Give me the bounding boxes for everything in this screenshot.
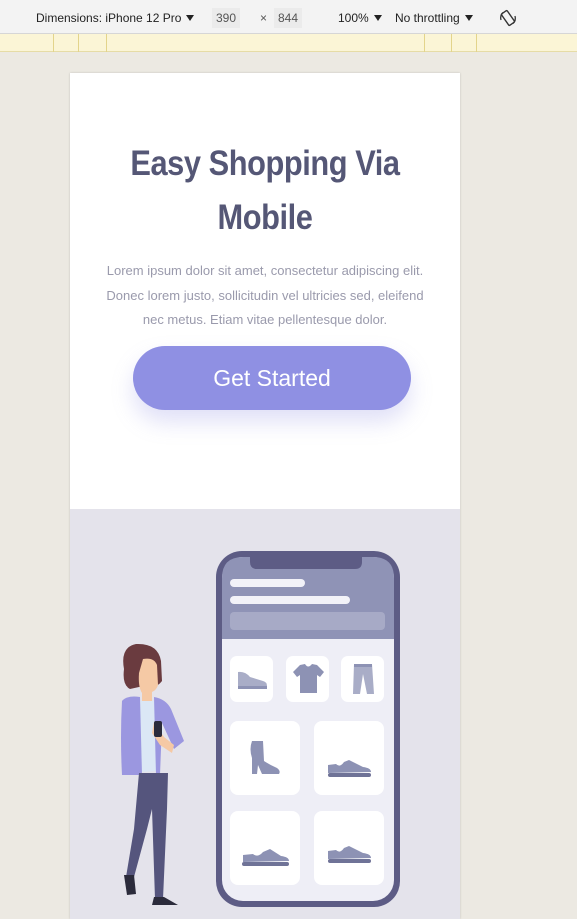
times-separator: ×	[260, 11, 268, 25]
zoom-label: 100%	[338, 11, 369, 25]
ruler-mark	[53, 34, 54, 52]
caret-down-icon	[186, 15, 195, 21]
ruler-mark	[78, 34, 79, 52]
dimensions-label: Dimensions: iPhone 12 Pro	[36, 11, 182, 25]
caret-down-icon	[373, 15, 382, 21]
ruler-mark	[424, 34, 425, 52]
height-input[interactable]: 844	[274, 8, 303, 28]
caret-down-icon	[464, 15, 473, 21]
shopping-illustration	[70, 509, 460, 919]
woman-figure-illustration	[121, 643, 184, 905]
page-title: Easy Shopping Via Mobile	[130, 144, 400, 237]
zoom-dropdown[interactable]: 100%	[338, 10, 382, 26]
illustration-graphic	[121, 551, 400, 907]
smartphone-illustration	[216, 551, 400, 907]
ruler-mark	[451, 34, 452, 52]
devtools-toolbar: Dimensions: iPhone 12 Pro 390 × 844 100%…	[0, 0, 577, 34]
device-viewport: Easy Shopping Via Mobile Lorem ipsum dol…	[70, 73, 460, 919]
throttling-dropdown[interactable]: No throttling	[395, 10, 473, 26]
get-started-button[interactable]: Get Started	[133, 346, 411, 410]
dimensions-dropdown[interactable]: Dimensions: iPhone 12 Pro	[36, 10, 195, 26]
media-query-ruler[interactable]	[0, 34, 577, 52]
hero-section: Easy Shopping Via Mobile Lorem ipsum dol…	[70, 73, 460, 509]
width-input[interactable]: 390	[212, 8, 241, 28]
throttling-label: No throttling	[395, 11, 460, 25]
ruler-mark	[106, 34, 107, 52]
rotate-device-icon[interactable]	[498, 8, 518, 28]
hero-description: Lorem ipsum dolor sit amet, consectetur …	[106, 263, 424, 327]
ruler-mark	[476, 34, 477, 52]
